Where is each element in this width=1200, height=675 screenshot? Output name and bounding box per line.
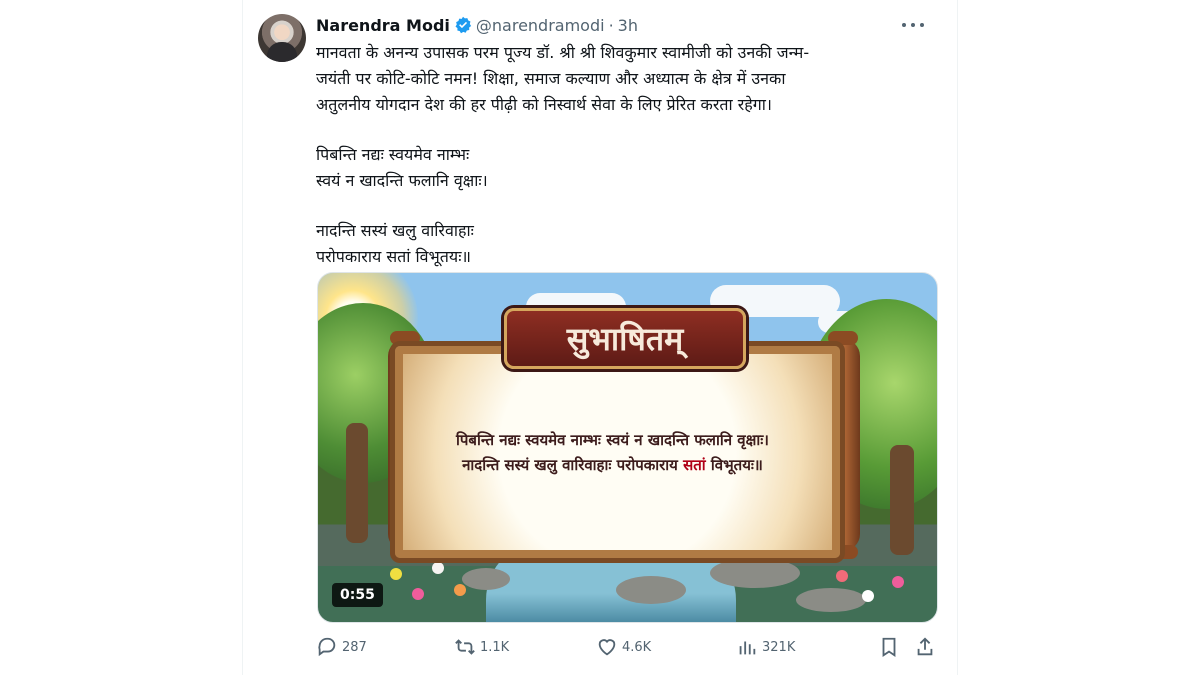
tweet-line: जयंती पर कोटि-कोटि नमन! शिक्षा, समाज कल्… bbox=[316, 69, 786, 88]
tweet-line: अतुलनीय योगदान देश की हर पीढ़ी को निस्वा… bbox=[316, 95, 772, 114]
tree-trunk-graphic bbox=[890, 445, 914, 555]
avatar[interactable] bbox=[258, 14, 306, 62]
verse-line: पिबन्ति नद्यः स्वयमेव नाम्भः स्वयं न खाद… bbox=[456, 431, 769, 449]
tweet-text: मानवता के अनन्य उपासक परम पूज्य डॉ. श्री… bbox=[316, 40, 936, 270]
verse-line: नादन्ति सस्यं खलु वारिवाहाः परोपकाराय सत… bbox=[410, 453, 815, 478]
bookmark-button[interactable] bbox=[878, 636, 900, 658]
like-button[interactable]: 4.6K bbox=[596, 636, 651, 658]
reply-count: 287 bbox=[342, 639, 367, 655]
like-count: 4.6K bbox=[622, 639, 652, 655]
like-icon bbox=[596, 636, 618, 658]
verse-text: विभूतयः॥ bbox=[705, 456, 763, 474]
author-name[interactable]: Narendra Modi bbox=[316, 16, 450, 35]
video-verse: पिबन्ति नद्यः स्वयमेव नाम्भः स्वयं न खाद… bbox=[410, 428, 815, 478]
verified-icon bbox=[454, 16, 472, 34]
share-icon bbox=[914, 636, 936, 658]
views-count: 321K bbox=[762, 639, 796, 655]
tweet-line: परोपकाराय सतां विभूतयः॥ bbox=[316, 247, 472, 266]
reply-icon bbox=[316, 636, 338, 658]
tweet-line: नादन्ति सस्यं खलु वारिवाहाः bbox=[316, 221, 474, 240]
video-title: सुभाषितम् bbox=[566, 320, 684, 358]
flower-graphic bbox=[892, 576, 904, 588]
separator-dot: · bbox=[608, 15, 614, 35]
tweet[interactable]: Narendra Modi @narendramodi · 3h मानवता … bbox=[258, 0, 942, 675]
flower-graphic bbox=[432, 562, 444, 574]
more-icon[interactable] bbox=[902, 16, 924, 34]
reply-button[interactable]: 287 bbox=[316, 636, 367, 658]
flower-graphic bbox=[836, 570, 848, 582]
views-icon bbox=[736, 636, 758, 658]
share-button[interactable] bbox=[914, 636, 936, 658]
verse-highlight: सतां bbox=[683, 456, 706, 474]
tweet-line: स्वयं न खादन्ति फलानि वृक्षाः। bbox=[316, 171, 488, 190]
flower-graphic bbox=[454, 584, 466, 596]
repost-count: 1.1K bbox=[480, 639, 510, 655]
bookmark-icon bbox=[878, 636, 900, 658]
flower-graphic bbox=[412, 588, 424, 600]
repost-button[interactable]: 1.1K bbox=[454, 636, 509, 658]
rock-graphic bbox=[462, 568, 510, 590]
tweet-header: Narendra Modi @narendramodi · 3h bbox=[316, 14, 638, 36]
repost-icon bbox=[454, 636, 476, 658]
author-handle[interactable]: @narendramodi bbox=[476, 16, 605, 35]
flower-graphic bbox=[390, 568, 402, 580]
tree-trunk-graphic bbox=[346, 423, 368, 543]
rock-graphic bbox=[796, 588, 866, 612]
views-button[interactable]: 321K bbox=[736, 636, 795, 658]
video-player[interactable]: सुभाषितम् पिबन्ति नद्यः स्वयमेव नाम्भः स… bbox=[317, 272, 938, 623]
tweet-actions: 287 1.1K 4.6K 321K bbox=[316, 635, 938, 659]
rock-graphic bbox=[616, 576, 686, 604]
verse-text: नादन्ति सस्यं खलु वारिवाहाः परोपकाराय bbox=[462, 456, 684, 474]
video-title-plate: सुभाषितम् bbox=[504, 308, 746, 369]
tweet-line: मानवता के अनन्य उपासक परम पूज्य डॉ. श्री… bbox=[316, 43, 810, 62]
tweet-line: पिबन्ति नद्यः स्वयमेव नाम्भः bbox=[316, 145, 470, 164]
video-duration: 0:55 bbox=[332, 583, 383, 607]
tweet-time[interactable]: 3h bbox=[618, 16, 638, 35]
flower-graphic bbox=[862, 590, 874, 602]
